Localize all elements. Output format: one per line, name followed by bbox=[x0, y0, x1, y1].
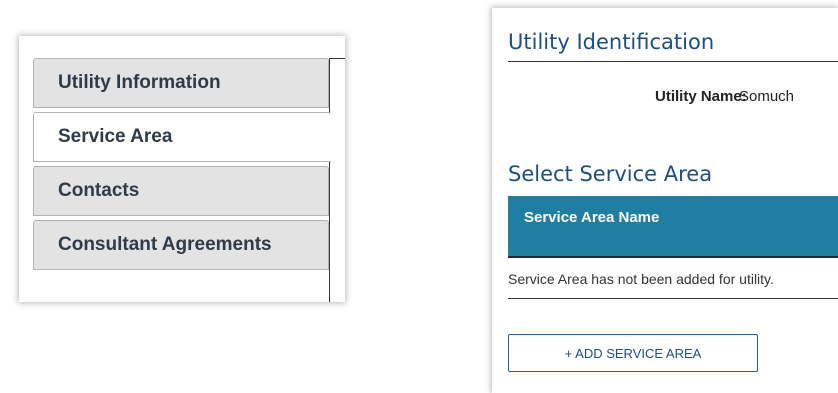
empty-table-message: Service Area has not been added for util… bbox=[508, 271, 774, 287]
utility-name-label: Utility Name: bbox=[655, 88, 747, 105]
add-service-area-button[interactable]: + ADD SERVICE AREA bbox=[508, 334, 758, 372]
tab-service-area[interactable]: Service Area bbox=[33, 112, 331, 162]
nav-divider bbox=[329, 58, 345, 59]
tab-consultant-agreements[interactable]: Consultant Agreements bbox=[33, 220, 329, 270]
tab-label: Contacts bbox=[58, 180, 140, 201]
column-header-service-area-name[interactable]: Service Area Name bbox=[524, 209, 659, 226]
section-nav-panel: Utility Information Service Area Contact… bbox=[19, 36, 345, 302]
utility-name-value: Somuch bbox=[739, 88, 795, 105]
select-service-area-title: Select Service Area bbox=[508, 162, 713, 186]
nav-divider bbox=[329, 58, 330, 302]
service-area-table-header: Service Area Name bbox=[508, 196, 838, 258]
table-divider bbox=[508, 298, 838, 299]
utility-identification-title: Utility Identification bbox=[508, 30, 715, 54]
tab-utility-information[interactable]: Utility Information bbox=[33, 58, 329, 108]
title-divider bbox=[508, 61, 838, 62]
tab-label: Service Area bbox=[58, 126, 173, 147]
service-area-panel: Utility Identification Utility Name: Som… bbox=[492, 8, 838, 393]
tab-label: Consultant Agreements bbox=[58, 234, 272, 255]
tab-label: Utility Information bbox=[58, 72, 221, 93]
tab-contacts[interactable]: Contacts bbox=[33, 166, 329, 216]
